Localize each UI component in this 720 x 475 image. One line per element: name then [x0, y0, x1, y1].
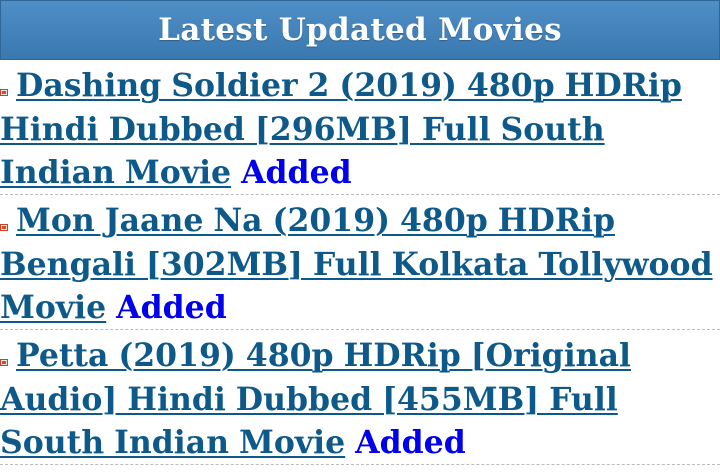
- added-label: Added: [116, 289, 227, 326]
- new-badge-icon: [0, 89, 8, 96]
- list-item: Petta (2019) 480p HDRip [Original Audio]…: [0, 330, 720, 465]
- new-badge-icon: [0, 224, 8, 231]
- section-title: Latest Updated Movies: [158, 12, 562, 48]
- list-item: Mon Jaane Na (2019) 480p HDRip Bengali […: [0, 195, 720, 330]
- section-header: Latest Updated Movies: [0, 0, 720, 60]
- movie-link[interactable]: Petta (2019) 480p HDRip [Original Audio]…: [0, 337, 631, 461]
- list-item: Dashing Soldier 2 (2019) 480p HDRip Hind…: [0, 60, 720, 195]
- movie-list: Dashing Soldier 2 (2019) 480p HDRip Hind…: [0, 60, 720, 465]
- movie-link[interactable]: Mon Jaane Na (2019) 480p HDRip Bengali […: [0, 202, 713, 326]
- added-label: Added: [355, 424, 466, 461]
- added-label: Added: [241, 154, 352, 191]
- new-badge-icon: [0, 359, 8, 366]
